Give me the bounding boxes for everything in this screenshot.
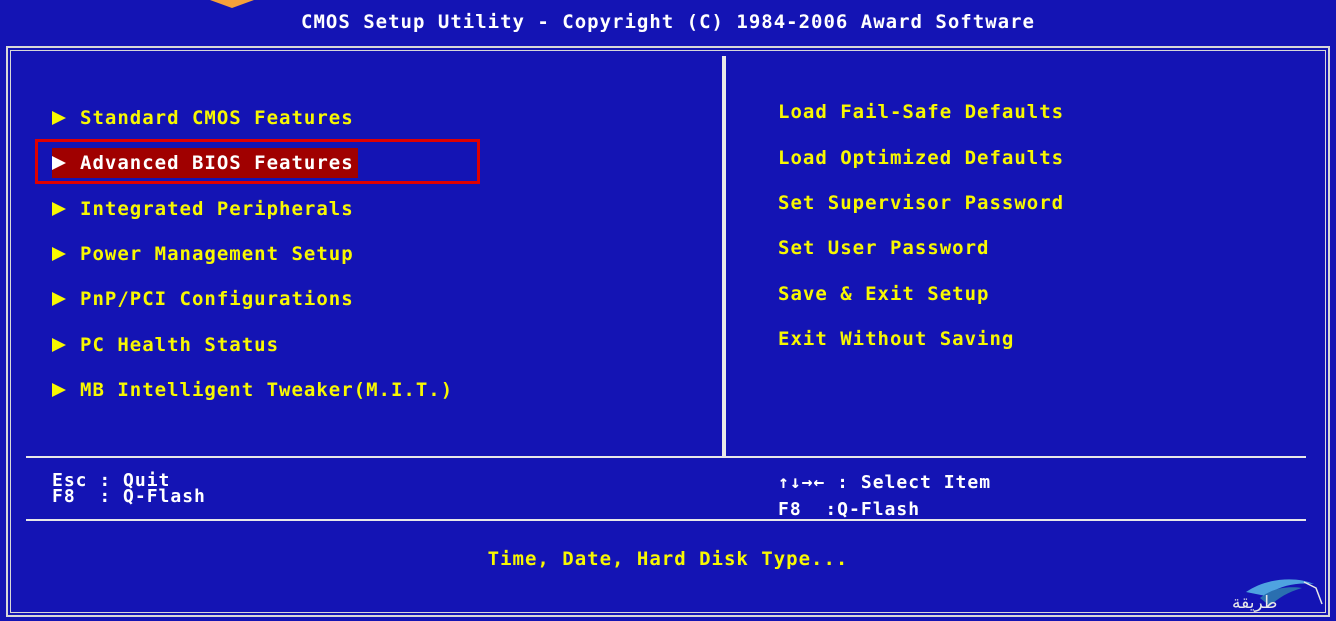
menu-item-pc-health-status[interactable]: PC Health Status	[52, 330, 279, 360]
menu-item-power-management-setup[interactable]: Power Management Setup	[52, 239, 354, 269]
help-f8-qflash-right: F8 :Q-Flash	[778, 499, 921, 520]
menu-item-mb-intelligent-tweaker[interactable]: MB Intelligent Tweaker(M.I.T.)	[52, 375, 453, 405]
menu-item-load-optimized-defaults[interactable]: Load Optimized Defaults	[778, 143, 1064, 173]
orange-mark-icon	[200, 0, 270, 8]
triangle-right-icon	[52, 247, 66, 261]
watermark-text: طريقة	[1232, 593, 1278, 613]
triangle-right-icon	[52, 111, 66, 125]
triangle-right-icon	[52, 383, 66, 397]
menu-item-integrated-peripherals[interactable]: Integrated Peripherals	[52, 194, 354, 224]
triangle-right-icon	[52, 292, 66, 306]
item-description: Time, Date, Hard Disk Type...	[487, 548, 849, 570]
triangle-right-icon	[52, 338, 66, 352]
menu-item-standard-cmos-features[interactable]: Standard CMOS Features	[52, 103, 354, 133]
menu-item-set-supervisor-password[interactable]: Set Supervisor Password	[778, 188, 1064, 218]
bios-screen: CMOS Setup Utility - Copyright (C) 1984-…	[0, 0, 1336, 621]
horizontal-divider-top	[26, 456, 1306, 458]
vertical-divider	[722, 56, 726, 456]
help-f8-qflash-left: F8 : Q-Flash	[52, 486, 206, 507]
menu-item-pnp-pci-configurations[interactable]: PnP/PCI Configurations	[52, 284, 354, 314]
menu-item-load-fail-safe-defaults[interactable]: Load Fail-Safe Defaults	[778, 97, 1064, 127]
menu-item-exit-without-saving[interactable]: Exit Without Saving	[778, 324, 1014, 354]
selection-highlight-box	[35, 139, 480, 184]
help-select-item: ↑↓→← : Select Item	[778, 472, 992, 493]
menu-item-set-user-password[interactable]: Set User Password	[778, 233, 989, 263]
menu-item-save-exit-setup[interactable]: Save & Exit Setup	[778, 279, 989, 309]
triangle-right-icon	[52, 202, 66, 216]
horizontal-divider-bottom	[26, 519, 1306, 521]
